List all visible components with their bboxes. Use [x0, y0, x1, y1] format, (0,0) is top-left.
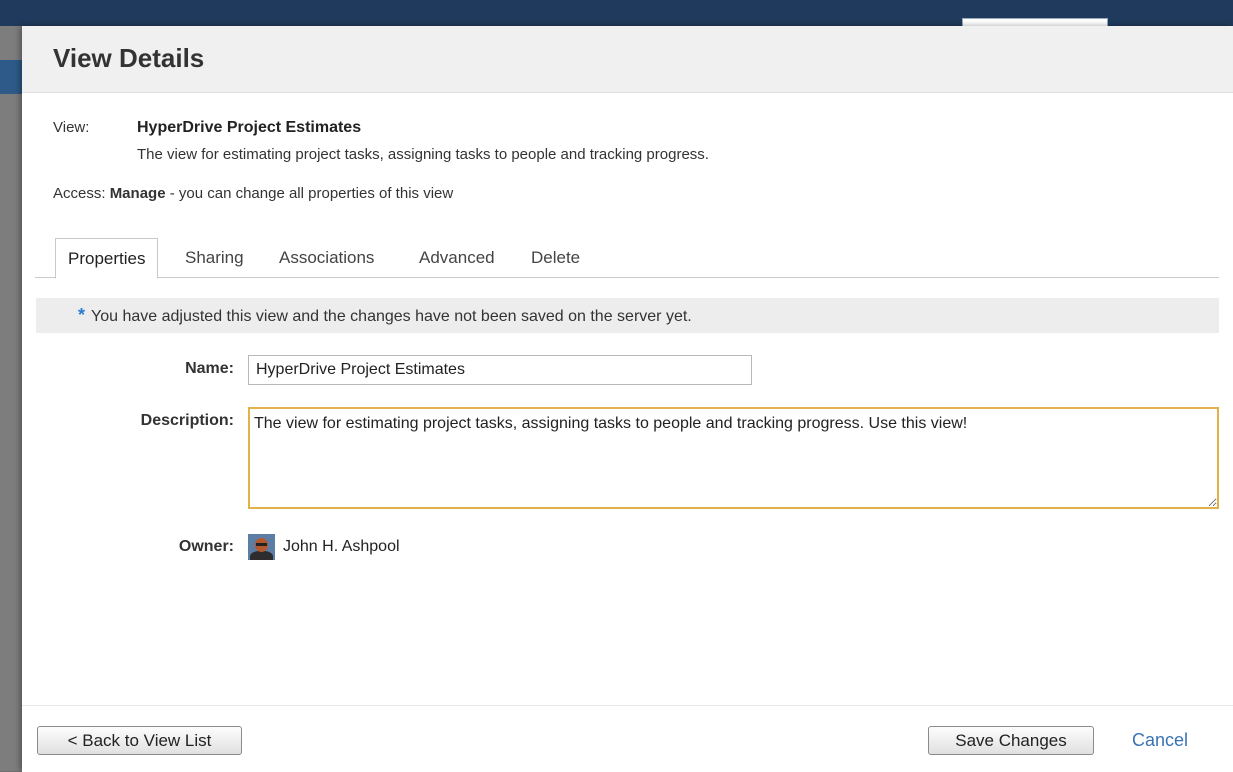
- dialog-footer: < Back to View List Save Changes Cancel: [22, 705, 1233, 772]
- background-topbar: [0, 0, 1233, 34]
- access-text: - you can change all properties of this …: [165, 185, 454, 202]
- owner-label: Owner:: [178, 538, 234, 555]
- name-label: Name:: [185, 360, 234, 377]
- owner-value: John H. Ashpool: [248, 534, 400, 560]
- tab-sharing[interactable]: Sharing: [185, 238, 244, 276]
- description-label: Description:: [140, 412, 234, 429]
- cancel-link[interactable]: Cancel: [1132, 730, 1188, 751]
- save-changes-button[interactable]: Save Changes: [928, 726, 1094, 755]
- tab-properties[interactable]: Properties: [55, 238, 159, 279]
- tab-associations[interactable]: Associations: [279, 238, 374, 276]
- avatar: [248, 534, 275, 560]
- dialog-title: View Details: [53, 43, 205, 73]
- access-level: Manage: [109, 185, 166, 202]
- background-nav: [0, 60, 22, 94]
- tab-delete[interactable]: Delete: [531, 238, 580, 276]
- view-description: The view for estimating project tasks, a…: [137, 146, 709, 163]
- view-name: HyperDrive Project Estimates: [137, 119, 362, 136]
- access-label: Access:: [53, 185, 106, 202]
- tab-advanced[interactable]: Advanced: [419, 238, 495, 276]
- view-label: View:: [53, 119, 90, 136]
- name-input[interactable]: [248, 355, 752, 385]
- unsaved-changes-notice: * You have adjusted this view and the cha…: [36, 298, 1219, 333]
- unsaved-marker: *: [78, 305, 86, 325]
- description-textarea[interactable]: The view for estimating project tasks, a…: [248, 407, 1219, 509]
- background-page: [0, 26, 22, 771]
- dialog-header: View Details: [22, 26, 1233, 93]
- view-details-dialog: View Details View: HyperDrive Project Es…: [22, 26, 1233, 772]
- notice-text: You have adjusted this view and the chan…: [91, 308, 692, 325]
- back-to-view-list-button[interactable]: < Back to View List: [37, 726, 242, 755]
- tab-bar: Properties Sharing Associations Advanced…: [35, 238, 1219, 279]
- owner-name: John H. Ashpool: [283, 538, 400, 555]
- access-line: Access: Manage - you can change all prop…: [53, 185, 453, 202]
